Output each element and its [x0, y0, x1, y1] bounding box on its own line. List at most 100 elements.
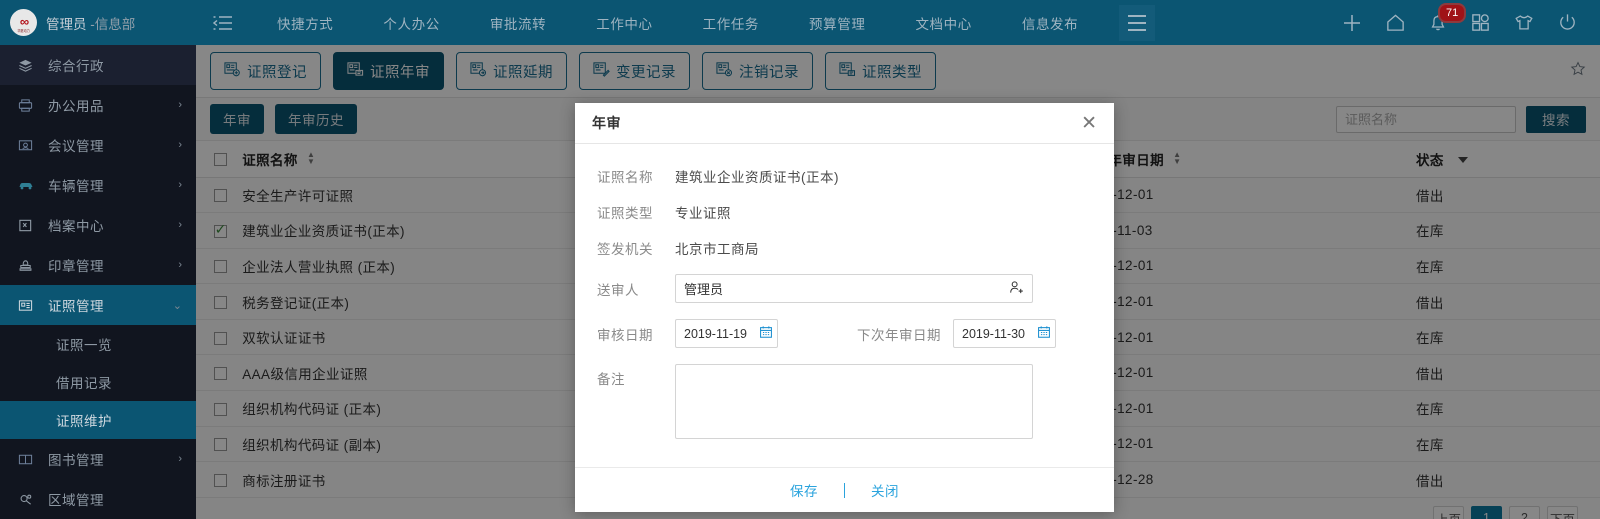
- sidebar-item-5[interactable]: 印章管理 ›: [0, 245, 196, 285]
- book-icon: [18, 452, 40, 467]
- sender-input[interactable]: 管理员: [675, 274, 1033, 303]
- next-review-date-value: 2019-11-30: [962, 326, 1026, 341]
- field-value-issuer: 北京市工商局: [675, 242, 759, 257]
- top-navbar: 快捷方式 个人办公 审批流转 工作中心 工作任务 预算管理 文档中心 信息发布 …: [196, 0, 1600, 45]
- sidebar-item-label-6: 证照管理: [48, 299, 104, 314]
- sidebar-item-2[interactable]: 会议管理 ›: [0, 125, 196, 165]
- sidebar-item-label-3: 车辆管理: [48, 179, 104, 194]
- top-nav-link-2[interactable]: 审批流转: [465, 13, 571, 33]
- stamp-icon: [18, 258, 40, 273]
- sidebar-subitem-label-1: 借用记录: [56, 376, 112, 391]
- sidebar-item-1[interactable]: 办公用品 ›: [0, 85, 196, 125]
- power-logout-icon[interactable]: [1557, 12, 1578, 33]
- user-name: 管理员: [46, 16, 87, 32]
- calendar-icon[interactable]: [759, 325, 773, 342]
- modal-footer: 保存 关闭: [575, 467, 1114, 512]
- theme-shirt-icon[interactable]: [1513, 12, 1535, 33]
- sidebar-chevron-5: ›: [178, 259, 182, 271]
- meeting-icon: [18, 138, 40, 153]
- sidebar-collapse-icon[interactable]: [196, 15, 252, 31]
- calendar-icon-next[interactable]: [1037, 325, 1051, 342]
- field-license-name: 证照名称 建筑业企业资质证书(正本): [597, 166, 1092, 186]
- sidebar-item-label-1: 办公用品: [48, 99, 104, 114]
- sidebar-subitem-label-0: 证照一览: [56, 338, 112, 353]
- notification-badge: 71: [1438, 3, 1467, 23]
- field-label-license-type: 证照类型: [597, 206, 653, 221]
- top-nav-link-5[interactable]: 预算管理: [784, 13, 890, 33]
- top-nav-link-6[interactable]: 文档中心: [890, 13, 996, 33]
- sidebar-chevron-4: ›: [178, 219, 182, 231]
- logo-mark-icon: ∞: [19, 13, 29, 29]
- field-license-type: 证照类型 专业证照: [597, 202, 1092, 222]
- archive-icon: [18, 218, 40, 233]
- sidebar-item-label-2: 会议管理: [48, 139, 104, 154]
- top-nav-link-1[interactable]: 个人办公: [358, 13, 464, 33]
- sidebar-item-7[interactable]: 图书管理 ›: [0, 439, 196, 479]
- field-issuer: 签发机关 北京市工商局: [597, 238, 1092, 258]
- field-value-license-name: 建筑业企业资质证书(正本): [675, 170, 839, 185]
- annual-review-modal: 年审 ✕ 证照名称 建筑业企业资质证书(正本) 证照类型 专业证照 签发机关 北…: [575, 103, 1114, 512]
- field-label-issuer: 签发机关: [597, 242, 653, 257]
- sender-input-value: 管理员: [684, 282, 724, 297]
- user-name-label: 管理员 -信息部: [46, 13, 135, 33]
- sidebar-item-0[interactable]: 综合行政: [0, 45, 196, 85]
- review-date-value: 2019-11-19: [684, 326, 748, 341]
- home-icon[interactable]: [1385, 12, 1406, 33]
- app-root: ∞ 华夏动力 管理员 -信息部 综合行政 办公用品 › 会议管理 › 车辆管理 …: [0, 0, 1600, 519]
- sidebar-item-label-4: 档案中心: [48, 219, 104, 234]
- sidebar: ∞ 华夏动力 管理员 -信息部 综合行政 办公用品 › 会议管理 › 车辆管理 …: [0, 0, 196, 519]
- car-icon: [18, 177, 40, 193]
- close-icon[interactable]: ✕: [1081, 114, 1097, 133]
- logo-subtext: 华夏动力: [17, 29, 30, 33]
- top-nav-link-3[interactable]: 工作中心: [571, 13, 677, 33]
- save-button[interactable]: 保存: [764, 480, 844, 500]
- sidebar-item-4[interactable]: 档案中心 ›: [0, 205, 196, 245]
- app-logo: ∞ 华夏动力: [10, 9, 37, 36]
- top-nav-link-7[interactable]: 信息发布: [997, 13, 1103, 33]
- field-label-remark: 备注: [597, 372, 625, 387]
- sidebar-subitem-borrow-records[interactable]: 借用记录: [0, 363, 196, 401]
- field-label-review-date: 审核日期: [597, 327, 653, 343]
- sidebar-subitem-license-list[interactable]: 证照一览: [0, 325, 196, 363]
- next-review-date-input[interactable]: 2019-11-30: [953, 319, 1056, 348]
- sidebar-item-label-7: 图书管理: [48, 453, 104, 468]
- top-nav-link-0[interactable]: 快捷方式: [252, 13, 358, 33]
- sidebar-chevron-6: ⌄: [172, 299, 182, 312]
- layers-icon: [18, 58, 40, 73]
- field-sender: 送审人 管理员: [597, 274, 1092, 303]
- sidebar-chevron-2: ›: [178, 139, 182, 151]
- field-label-sender: 送审人: [597, 282, 639, 298]
- notifications-bell-icon[interactable]: 71: [1428, 3, 1467, 33]
- modal-header: 年审 ✕: [575, 103, 1114, 144]
- menu-burger-icon[interactable]: [1119, 4, 1156, 41]
- printer-icon: [18, 98, 40, 113]
- apps-grid-icon[interactable]: [1470, 12, 1491, 33]
- top-nav-actions: 71: [1341, 3, 1600, 34]
- sidebar-chevron-1: ›: [178, 99, 182, 111]
- close-button[interactable]: 关闭: [845, 480, 925, 500]
- sidebar-subitem-label-2: 证照维护: [56, 414, 112, 429]
- user-dept: -信息部: [90, 16, 136, 32]
- field-dates-row: 审核日期 2019-11-19 下次年审日期 2019-11-30: [597, 319, 1092, 348]
- sidebar-subitem-license-maintenance[interactable]: 证照维护: [0, 401, 196, 439]
- top-nav-link-4[interactable]: 工作任务: [678, 13, 784, 33]
- field-value-license-type: 专业证照: [675, 206, 731, 221]
- field-label-next-review-date: 下次年审日期: [857, 327, 941, 343]
- field-remark: 备注: [597, 364, 1092, 439]
- sidebar-item-8[interactable]: 区域管理: [0, 479, 196, 519]
- sidebar-chevron-3: ›: [178, 179, 182, 191]
- sidebar-item-label-8: 区域管理: [48, 493, 104, 508]
- sidebar-item-label-0: 综合行政: [48, 59, 104, 74]
- sidebar-chevron-7: ›: [178, 453, 182, 465]
- modal-body: 证照名称 建筑业企业资质证书(正本) 证照类型 专业证照 签发机关 北京市工商局…: [575, 144, 1114, 467]
- add-person-icon[interactable]: [1009, 280, 1024, 298]
- modal-title: 年审: [592, 115, 621, 131]
- license-icon: [18, 298, 40, 313]
- plus-icon[interactable]: [1341, 12, 1363, 34]
- region-icon: [18, 492, 40, 507]
- sidebar-item-3[interactable]: 车辆管理 ›: [0, 165, 196, 205]
- field-label-license-name: 证照名称: [597, 170, 653, 185]
- review-date-input[interactable]: 2019-11-19: [675, 319, 778, 348]
- remark-textarea[interactable]: [675, 364, 1033, 439]
- sidebar-item-6[interactable]: 证照管理 ⌄: [0, 285, 196, 325]
